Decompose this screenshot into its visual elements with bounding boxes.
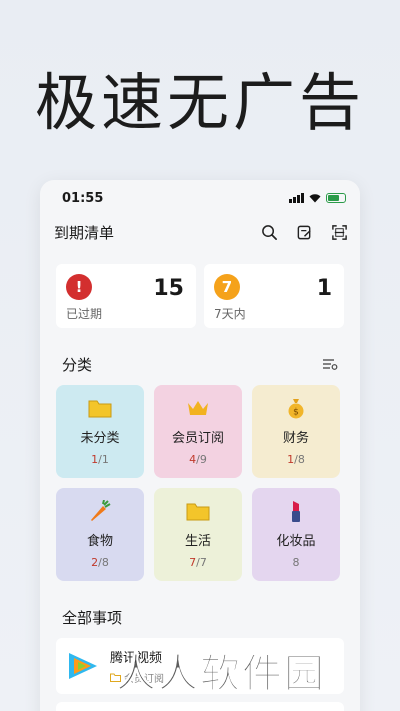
scan-icon[interactable] (331, 224, 348, 241)
promo-headline: 极速无广告 (34, 66, 365, 139)
category-count: 1/8 (287, 453, 305, 466)
battery-icon (326, 193, 346, 203)
status-time: 01:55 (62, 190, 104, 206)
category-count: 1/1 (91, 453, 109, 466)
folder-icon (186, 503, 210, 521)
page-title: 到期清单 (54, 223, 115, 242)
app-screen: 01:55 到期清单 ! 15 已过期 7 1 7天内 分类 未分类 1/1 会… (40, 180, 360, 711)
wifi-icon (309, 194, 321, 203)
category-name: 化妆品 (276, 534, 316, 549)
summary-cards: ! 15 已过期 7 1 7天内 (40, 264, 360, 328)
within-7-days-label: 7天内 (214, 307, 246, 321)
all-items-title: 全部事项 (62, 609, 123, 627)
categories-header: 分类 (40, 354, 360, 375)
category-tile-life[interactable]: 生活 7/7 (154, 488, 242, 581)
alert-icon: ! (66, 274, 92, 300)
category-tile-food[interactable]: 食物 2/8 (56, 488, 144, 581)
edit-note-icon[interactable] (296, 224, 313, 241)
sort-settings-icon[interactable] (322, 358, 338, 372)
status-icons (289, 193, 346, 203)
category-count: 4/9 (189, 453, 207, 466)
category-tile-membership[interactable]: 会员订阅 4/9 (154, 385, 242, 478)
seven-days-icon: 7 (214, 274, 240, 300)
category-count: 8 (292, 556, 300, 569)
signal-icon (289, 193, 304, 203)
status-bar: 01:55 (40, 180, 360, 216)
expired-card[interactable]: ! 15 已过期 (56, 264, 196, 328)
category-tile-cosmetics[interactable]: 化妆品 8 (252, 488, 340, 581)
money-bag-icon: $ (288, 399, 304, 419)
expired-label: 已过期 (66, 307, 103, 321)
folder-icon (88, 400, 112, 418)
svg-text:$: $ (293, 408, 299, 418)
category-count: 2/8 (91, 556, 109, 569)
list-item[interactable] (56, 702, 344, 711)
category-tile-finance[interactable]: $ 财务 1/8 (252, 385, 340, 478)
expired-count: 15 (153, 276, 184, 301)
category-count: 7/7 (189, 556, 207, 569)
search-icon[interactable] (261, 224, 278, 241)
crown-icon (188, 401, 208, 415)
category-name: 生活 (184, 534, 211, 549)
within-7-days-count: 1 (316, 276, 332, 301)
category-name: 食物 (86, 534, 113, 549)
carrot-icon (91, 500, 111, 521)
category-name: 财务 (282, 431, 309, 446)
category-name: 未分类 (80, 431, 120, 446)
tencent-video-logo-icon (69, 653, 97, 679)
categories-title: 分类 (62, 356, 93, 374)
within-7-days-card[interactable]: 7 1 7天内 (204, 264, 344, 328)
category-name: 会员订阅 (171, 431, 224, 446)
lipstick-icon (292, 501, 300, 522)
category-grid: 未分类 1/1 会员订阅 4/9 $ 财务 1/8 食物 2/8 生活 7/7 … (40, 385, 360, 581)
category-tile-uncategorized[interactable]: 未分类 1/1 (56, 385, 144, 478)
app-bar: 到期清单 (40, 216, 360, 248)
watermark: 人人软件园 (116, 651, 326, 698)
